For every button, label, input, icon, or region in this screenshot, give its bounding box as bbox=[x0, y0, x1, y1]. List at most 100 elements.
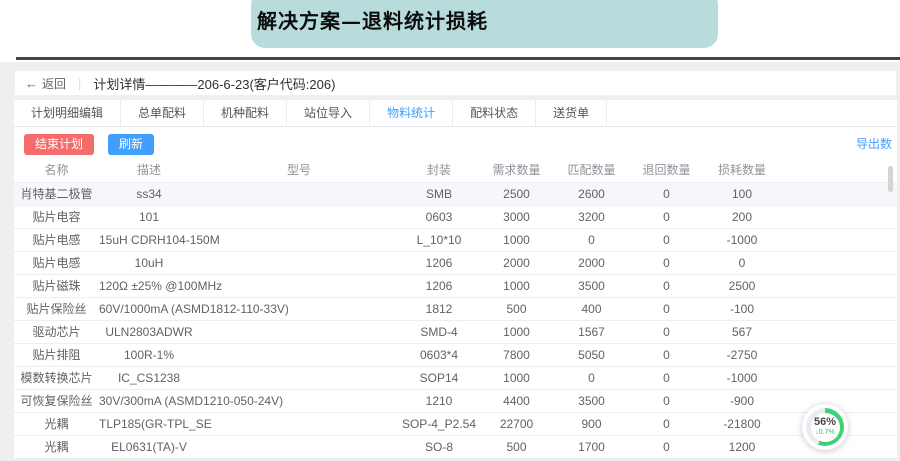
column-header: 封装 bbox=[399, 157, 479, 182]
table-cell: 3500 bbox=[554, 389, 629, 412]
table-cell: 567 bbox=[704, 320, 780, 343]
tab-5[interactable]: 物料统计 bbox=[370, 100, 453, 126]
table-cell bbox=[199, 274, 399, 297]
table-cell: 1206 bbox=[399, 274, 479, 297]
table-row[interactable]: 可恢复保险丝30V/300mA (ASMD1210-050-24V)121044… bbox=[14, 389, 897, 412]
column-header: 匹配数量 bbox=[554, 157, 629, 182]
table-cell: 30V/300mA (ASMD1210-050-24V) bbox=[99, 389, 199, 412]
table-cell: 0 bbox=[629, 435, 704, 458]
vertical-scrollbar-thumb[interactable] bbox=[888, 166, 893, 192]
table-row[interactable]: 肖特基二极管ss34SMB250026000100 bbox=[14, 182, 897, 205]
table-cell: 贴片电容 bbox=[14, 205, 99, 228]
tab-1[interactable]: 计划明细编辑 bbox=[14, 100, 121, 126]
tab-6[interactable]: 配料状态 bbox=[453, 100, 536, 126]
table-cell: SOP14 bbox=[399, 366, 479, 389]
table-cell: 2500 bbox=[479, 182, 554, 205]
table-cell: SMB bbox=[399, 182, 479, 205]
table-cell: 1000 bbox=[479, 228, 554, 251]
table-cell: 贴片电感 bbox=[14, 251, 99, 274]
table-row[interactable]: 光耦TLP185(GR-TPL_SESOP-4_P2.54227009000-2… bbox=[14, 412, 897, 435]
table-cell: 2600 bbox=[554, 182, 629, 205]
table-cell-filler bbox=[780, 182, 897, 205]
table-cell-filler bbox=[780, 228, 897, 251]
table-cell: 1000 bbox=[479, 320, 554, 343]
progress-percent: 56% bbox=[814, 417, 836, 428]
table-row[interactable]: 贴片电容1010603300032000200 bbox=[14, 205, 897, 228]
table-cell: 500 bbox=[479, 297, 554, 320]
table-cell: 1000 bbox=[479, 274, 554, 297]
table-cell: -21800 bbox=[704, 412, 780, 435]
table-body: 肖特基二极管ss34SMB250026000100贴片电容10106033000… bbox=[14, 182, 897, 458]
table-row[interactable]: 贴片排阻100R-1%0603*4780050500-2750 bbox=[14, 343, 897, 366]
table-cell: 1206 bbox=[399, 251, 479, 274]
tab-2[interactable]: 总单配料 bbox=[121, 100, 204, 126]
table-cell: 100 bbox=[704, 182, 780, 205]
banner-title: 解决方案—退料统计损耗 bbox=[257, 5, 488, 34]
table-cell: 1000 bbox=[479, 366, 554, 389]
table-cell: 15uH CDRH104-150M bbox=[99, 228, 199, 251]
tab-7[interactable]: 送货单 bbox=[536, 100, 607, 126]
table-cell: 10uH bbox=[99, 251, 199, 274]
table-cell bbox=[199, 320, 399, 343]
table-cell: 0 bbox=[554, 228, 629, 251]
table-cell: -100 bbox=[704, 297, 780, 320]
tab-3[interactable]: 机种配料 bbox=[204, 100, 287, 126]
table-row[interactable]: 贴片电感15uH CDRH104-150ML_10*10100000-1000 bbox=[14, 228, 897, 251]
back-button[interactable]: ← 返回 bbox=[25, 75, 66, 92]
table-cell: IC_CS1238 bbox=[99, 366, 199, 389]
table-row[interactable]: 贴片保险丝60V/1000mA (ASMD1812-110-33V)181250… bbox=[14, 297, 897, 320]
table-cell: 500 bbox=[479, 435, 554, 458]
table-cell: 0 bbox=[629, 366, 704, 389]
back-label: 返回 bbox=[42, 75, 66, 92]
table-cell: 2000 bbox=[479, 251, 554, 274]
table-cell: 驱动芯片 bbox=[14, 320, 99, 343]
table-cell: 光耦 bbox=[14, 435, 99, 458]
table-row[interactable]: 模数转换芯片IC_CS1238SOP14100000-1000 bbox=[14, 366, 897, 389]
vertical-separator: | bbox=[78, 76, 81, 91]
table-cell bbox=[199, 366, 399, 389]
table-cell: ss34 bbox=[99, 182, 199, 205]
table-cell: 1700 bbox=[554, 435, 629, 458]
table-cell: 7800 bbox=[479, 343, 554, 366]
table-row[interactable]: 光耦EL0631(TA)-V SO-8500170001200 bbox=[14, 435, 897, 458]
table-cell: 模数转换芯片 bbox=[14, 366, 99, 389]
table-cell: 0 bbox=[629, 389, 704, 412]
table-cell: 900 bbox=[554, 412, 629, 435]
table-row[interactable]: 贴片电感10uH12062000200000 bbox=[14, 251, 897, 274]
table-cell-filler bbox=[780, 251, 897, 274]
progress-inner: 56% ↓0.7% bbox=[811, 413, 840, 442]
column-header: 名称 bbox=[14, 157, 99, 182]
table-cell: 0 bbox=[704, 251, 780, 274]
table-cell: SO-8 bbox=[399, 435, 479, 458]
table-cell: TLP185(GR-TPL_SE bbox=[99, 412, 199, 435]
table-cell: 0 bbox=[629, 228, 704, 251]
table-cell: 1567 bbox=[554, 320, 629, 343]
end-plan-button[interactable]: 结束计划 bbox=[24, 134, 94, 155]
table-cell: 1812 bbox=[399, 297, 479, 320]
refresh-button[interactable]: 刷新 bbox=[108, 134, 154, 155]
table-cell: 0 bbox=[629, 274, 704, 297]
progress-badge[interactable]: 56% ↓0.7% bbox=[802, 404, 848, 450]
table-header-row: 名称描述型号封装需求数量匹配数量退回数量损耗数量 bbox=[14, 157, 897, 182]
table-cell-filler bbox=[780, 205, 897, 228]
table-cell: 3500 bbox=[554, 274, 629, 297]
tab-4[interactable]: 站位导入 bbox=[287, 100, 370, 126]
table-cell: 22700 bbox=[479, 412, 554, 435]
export-data-link[interactable]: 导出数 bbox=[856, 135, 892, 152]
table-row[interactable]: 贴片磁珠120Ω ±25% @100MHz12061000350002500 bbox=[14, 274, 897, 297]
table-cell: 60V/1000mA (ASMD1812-110-33V) bbox=[99, 297, 199, 320]
table-cell: 100R-1% bbox=[99, 343, 199, 366]
table-cell: L_10*10 bbox=[399, 228, 479, 251]
progress-delta: ↓0.7% bbox=[815, 429, 834, 437]
table-cell: 1200 bbox=[704, 435, 780, 458]
column-header-filler bbox=[780, 157, 897, 182]
table-cell bbox=[199, 251, 399, 274]
table-cell: 2500 bbox=[704, 274, 780, 297]
table-cell: 0 bbox=[629, 251, 704, 274]
table-row[interactable]: 驱动芯片ULN2803ADWRSMD-4100015670567 bbox=[14, 320, 897, 343]
table-cell: 4400 bbox=[479, 389, 554, 412]
table-cell: ULN2803ADWR bbox=[99, 320, 199, 343]
table-cell-filler bbox=[780, 297, 897, 320]
table-cell bbox=[199, 205, 399, 228]
table-cell: EL0631(TA)-V bbox=[99, 435, 199, 458]
